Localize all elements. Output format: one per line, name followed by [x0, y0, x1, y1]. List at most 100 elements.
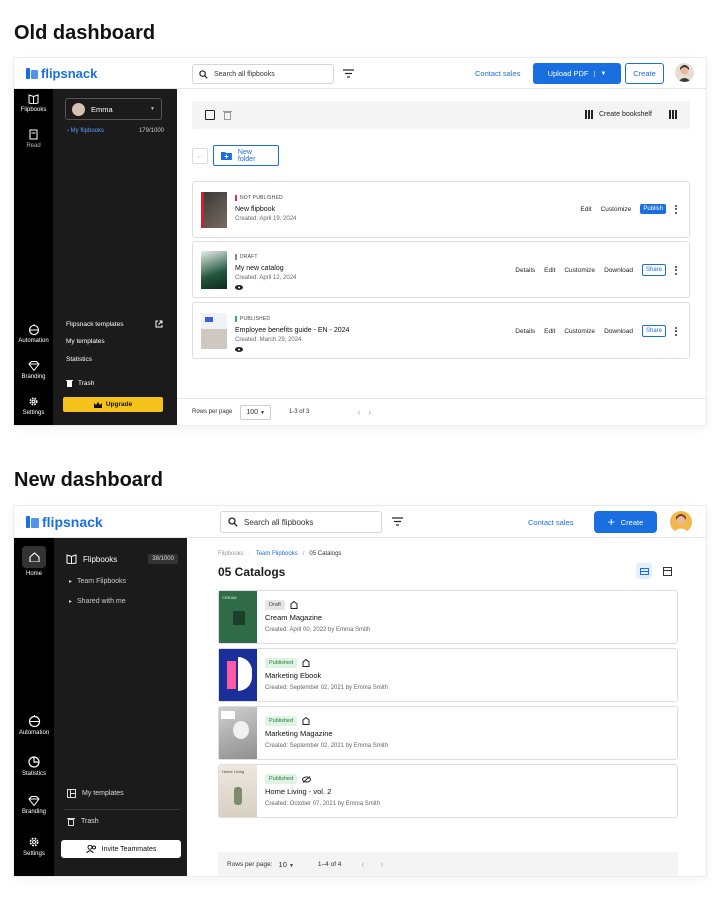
new-flipbook-card[interactable]: Published Marketing Ebook Created: Septe… [218, 648, 678, 702]
flipbook-title: New flipbook [235, 206, 276, 213]
robot-icon [28, 324, 39, 335]
old-create-button[interactable]: Create [625, 63, 664, 84]
breadcrumb-separator: / [302, 551, 305, 557]
list-view-icon [639, 567, 649, 575]
edit-action[interactable]: Edit [544, 267, 555, 274]
book-icon [29, 129, 38, 140]
old-logo[interactable]: flipsnack [26, 66, 97, 81]
breadcrumb-separator: · [248, 551, 251, 557]
share-button[interactable]: Share [641, 325, 666, 337]
upload-pdf-label: Upload PDF [547, 69, 589, 78]
flipbook-created: Created: September 02, 2021 by Emma Smit… [265, 685, 389, 691]
new-flipbook-card[interactable]: Published Marketing Magazine Created: Se… [218, 706, 678, 760]
back-arrow-icon[interactable]: ← [192, 148, 208, 164]
edit-action[interactable]: Edit [544, 328, 555, 335]
new-flipbook-card[interactable]: CREAM Draft Cream Magazine Created: Apri… [218, 590, 678, 644]
chevron-down-icon: ▼ [150, 106, 155, 112]
old-my-templates-link[interactable]: My templates [66, 338, 105, 345]
new-create-button[interactable]: + Create [594, 511, 657, 533]
old-rail-branding[interactable]: Branding [14, 361, 53, 380]
new-my-templates-link[interactable]: My templates [67, 789, 124, 798]
next-page-icon[interactable]: › [380, 859, 383, 869]
filter-icon[interactable] [343, 69, 354, 78]
status-row: Published [265, 658, 310, 668]
new-flipbooks-nav[interactable]: Flipbooks 38/1000 [66, 554, 178, 564]
grid-view-icon[interactable] [663, 567, 672, 576]
old-rail-automation[interactable]: Automation [14, 324, 53, 344]
share-button[interactable]: Share [641, 264, 666, 276]
old-rows-per-page-select[interactable]: 100 ▼ [240, 404, 271, 420]
old-rail-flipbooks[interactable]: Flipbooks [14, 94, 53, 113]
new-trash-link[interactable]: Trash [67, 817, 99, 826]
upgrade-button[interactable]: Upgrade [63, 397, 163, 412]
old-trash-link[interactable]: Trash [66, 379, 94, 387]
old-flipbook-thumbnail [201, 313, 227, 349]
folder-plus-icon [221, 152, 232, 160]
more-options-icon[interactable] [675, 265, 677, 275]
new-rail-branding[interactable]: Branding [14, 796, 54, 815]
old-rail-read[interactable]: Read [14, 129, 53, 149]
prev-page-icon[interactable]: ‹ [361, 859, 364, 869]
prev-page-icon[interactable]: ‹ [357, 407, 360, 417]
more-options-icon[interactable] [675, 204, 677, 214]
edit-action[interactable]: Edit [580, 206, 591, 213]
old-flipsnack-templates-link[interactable]: Flipsnack templates [66, 320, 163, 328]
new-rail-automation[interactable]: Automation [14, 715, 54, 736]
robot-icon [28, 715, 40, 727]
old-rail-settings[interactable]: Settings [14, 396, 53, 416]
gear-icon [29, 837, 39, 847]
old-user-switcher[interactable]: Emma ▼ [65, 98, 162, 120]
status-label: NOT PUBLISHED [235, 195, 283, 201]
flipsnack-logo-icon [26, 68, 38, 79]
filter-icon[interactable] [392, 517, 403, 526]
new-rows-per-page-select[interactable]: 10 ▼ [279, 860, 294, 869]
more-options-icon[interactable] [675, 326, 677, 336]
breadcrumb-current: 05 Catalogs [309, 551, 342, 557]
details-action[interactable]: Details [515, 328, 535, 335]
old-flipbook-card[interactable]: NOT PUBLISHED New flipbook Created: Apri… [192, 181, 690, 238]
old-search-input[interactable]: Search all flipbooks [192, 64, 334, 84]
invite-teammates-button[interactable]: Invite Teammates [61, 840, 181, 858]
new-flipbook-card[interactable]: Home Living Published Home Living - vol.… [218, 764, 678, 818]
customize-action[interactable]: Customize [564, 328, 595, 335]
view-toggle-icon[interactable] [669, 110, 677, 119]
customize-action[interactable]: Customize [564, 267, 595, 274]
old-my-flipbooks-row[interactable]: › My flipbooks 179/1000 [67, 128, 164, 134]
details-action[interactable]: Details [515, 267, 535, 274]
publish-button[interactable]: Publish [640, 204, 666, 214]
customize-action[interactable]: Customize [601, 206, 632, 213]
template-icon [67, 789, 76, 798]
new-contact-sales-link[interactable]: Contact sales [528, 518, 573, 527]
trash-icon[interactable] [223, 110, 232, 120]
old-user-avatar[interactable] [675, 63, 694, 82]
breadcrumb-flipbooks[interactable]: Flipbooks [218, 551, 244, 557]
new-rail-settings[interactable]: Settings [14, 836, 54, 857]
new-rail-home[interactable]: Home [14, 546, 54, 577]
old-pagination: Rows per page 100 ▼ 1-3 of 3 ‹ › [177, 398, 706, 425]
old-flipbook-card[interactable]: PUBLISHED Employee benefits guide - EN -… [192, 302, 690, 359]
new-folder-button[interactable]: New folder [213, 145, 279, 166]
new-rail-statistics[interactable]: Statistics [14, 756, 54, 777]
upload-pdf-button[interactable]: Upload PDF ▼ [533, 63, 621, 84]
create-bookshelf-button[interactable]: Create bookshelf [585, 110, 652, 119]
old-statistics-link[interactable]: Statistics [66, 356, 92, 363]
download-action[interactable]: Download [604, 328, 633, 335]
new-user-avatar[interactable] [670, 511, 692, 533]
next-page-icon[interactable]: › [368, 407, 371, 417]
download-action[interactable]: Download [604, 267, 633, 274]
old-contact-sales-link[interactable]: Contact sales [475, 69, 520, 78]
new-search-input[interactable]: Search all flipbooks [220, 511, 382, 533]
select-all-checkbox[interactable] [205, 110, 215, 120]
breadcrumb-team-flipbooks[interactable]: Team Flipbooks [256, 551, 298, 557]
status-row: Draft [265, 600, 298, 610]
status-row: Published [265, 774, 312, 784]
old-flipbook-card[interactable]: DRAFT My new catalog Created: April 12, … [192, 241, 690, 298]
tree-item-team-flipbooks[interactable]: ▸ Team Flipbooks [69, 578, 126, 585]
list-view-toggle[interactable] [636, 563, 652, 579]
status-row: Published [265, 716, 310, 726]
external-link-icon [155, 320, 163, 328]
tree-item-shared-with-me[interactable]: ▸ Shared with me [69, 598, 126, 605]
new-logo[interactable]: flipsnack [26, 514, 103, 530]
new-flipbook-thumbnail: Home Living [219, 765, 257, 817]
old-side-panel: Emma ▼ › My flipbooks 179/1000 Flipsnack… [53, 89, 177, 425]
